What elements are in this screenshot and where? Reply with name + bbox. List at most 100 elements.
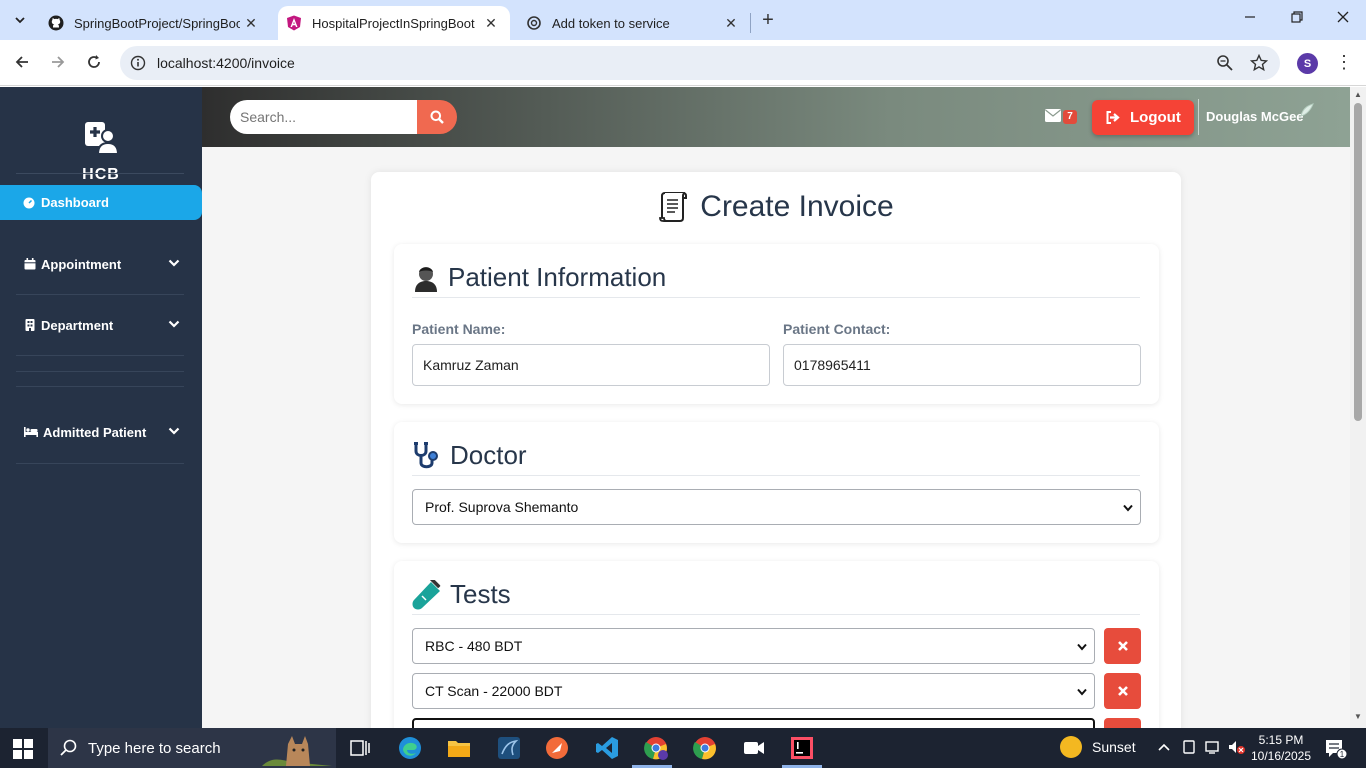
calendar-icon bbox=[24, 258, 36, 270]
test-select[interactable]: CT Scan - 22000 BDT bbox=[412, 673, 1095, 709]
browser-menu-icon[interactable]: ⋮ bbox=[1335, 53, 1353, 71]
device-icon[interactable] bbox=[1182, 740, 1196, 757]
tests-section: Tests RBC - 480 BDT CT Scan - 22000 BDT bbox=[394, 561, 1159, 728]
sidebar-item-department[interactable]: Department bbox=[0, 295, 202, 355]
tab-title: SpringBootProject/SpringBootP bbox=[74, 15, 240, 31]
bookmark-star-icon[interactable] bbox=[1249, 53, 1269, 77]
close-tab-icon[interactable]: ✕ bbox=[242, 14, 260, 32]
page-scrollbar[interactable]: ▲ ▼ bbox=[1350, 87, 1366, 728]
chevron-down-icon bbox=[1077, 688, 1087, 696]
task-view-icon[interactable] bbox=[348, 736, 372, 760]
remove-test-button[interactable] bbox=[1104, 718, 1141, 728]
angular-icon bbox=[286, 15, 302, 31]
sidebar-item-label: Appointment bbox=[41, 256, 122, 272]
address-bar[interactable]: localhost:4200/invoice bbox=[120, 46, 1280, 80]
brand[interactable]: HCB bbox=[0, 121, 202, 184]
section-heading-text: Patient Information bbox=[448, 262, 667, 292]
sidebar-item-dashboard[interactable]: Dashboard bbox=[0, 185, 202, 220]
section-heading: Patient Information bbox=[412, 262, 666, 293]
openai-icon bbox=[526, 15, 542, 31]
divider bbox=[16, 463, 184, 464]
test-select[interactable]: RBC - 480 BDT bbox=[412, 628, 1095, 664]
profile-avatar[interactable]: S bbox=[1297, 53, 1318, 74]
camera-app-icon[interactable] bbox=[742, 736, 766, 760]
scroll-down-icon[interactable]: ▼ bbox=[1354, 712, 1362, 721]
divider bbox=[412, 614, 1140, 615]
logout-button[interactable]: Logout bbox=[1092, 100, 1194, 135]
tab-title: Add token to service bbox=[552, 15, 670, 31]
browser-tab-1[interactable]: SpringBootProject/SpringBootP ✕ bbox=[40, 6, 270, 40]
page-title: Create Invoice bbox=[371, 190, 1181, 224]
mysql-workbench-icon[interactable] bbox=[497, 736, 521, 760]
test-select-value: CT Scan - 22000 BDT bbox=[425, 683, 563, 699]
clock-time: 5:15 PM bbox=[1258, 733, 1304, 747]
patient-contact-input[interactable]: 0178965411 bbox=[783, 344, 1141, 386]
scrollbar-thumb[interactable] bbox=[1354, 103, 1362, 421]
browser-tabstrip: SpringBootProject/SpringBootP ✕ Hospital… bbox=[0, 0, 1366, 40]
divider bbox=[1198, 99, 1199, 135]
scroll-up-icon[interactable]: ▲ bbox=[1354, 90, 1362, 99]
close-icon bbox=[1117, 686, 1128, 696]
forward-button[interactable] bbox=[48, 52, 68, 72]
chevron-up-icon[interactable] bbox=[1157, 740, 1171, 755]
user-name[interactable]: Douglas McGee bbox=[1206, 109, 1304, 124]
doctor-select[interactable]: Prof. Suprova Shemanto bbox=[412, 489, 1141, 525]
patient-info-section: Patient Information Patient Name: Patien… bbox=[394, 244, 1159, 404]
edge-icon[interactable] bbox=[398, 736, 422, 760]
mail-count-badge: 7 bbox=[1063, 110, 1077, 124]
close-tab-icon[interactable]: ✕ bbox=[482, 14, 500, 32]
chrome-profile-icon[interactable] bbox=[644, 736, 668, 760]
weather-widget[interactable]: Sunset bbox=[1060, 736, 1136, 758]
search-input[interactable] bbox=[230, 100, 418, 134]
doctor-select-value: Prof. Suprova Shemanto bbox=[425, 499, 579, 515]
chevron-down-icon bbox=[168, 259, 180, 267]
search-button[interactable] bbox=[417, 100, 457, 134]
taskbar-search[interactable]: Type here to search bbox=[48, 728, 336, 768]
tab-search-button[interactable] bbox=[8, 8, 32, 32]
divider bbox=[16, 386, 184, 387]
test-tube-icon bbox=[412, 579, 441, 609]
test-select[interactable] bbox=[412, 718, 1095, 728]
site-info-icon[interactable] bbox=[130, 55, 146, 76]
patient-name-input[interactable]: Kamruz Zaman bbox=[412, 344, 770, 386]
remove-test-button[interactable] bbox=[1104, 628, 1141, 664]
network-icon[interactable] bbox=[1205, 740, 1221, 757]
section-heading: Tests bbox=[412, 579, 511, 610]
sidebar-item-appointment[interactable]: Appointment bbox=[0, 234, 202, 294]
sidebar-item-admitted-patient[interactable]: Admitted Patient bbox=[0, 402, 202, 462]
tab-title: HospitalProjectInSpringBoot bbox=[312, 15, 475, 31]
minimize-button[interactable] bbox=[1240, 10, 1260, 30]
sidebar-item-label: Department bbox=[41, 317, 114, 333]
user-avatar-icon[interactable] bbox=[1299, 102, 1315, 118]
new-tab-button[interactable]: + bbox=[758, 10, 778, 30]
arrow-left-icon bbox=[15, 56, 28, 68]
notification-center-icon[interactable]: 1 bbox=[1325, 739, 1348, 764]
section-heading-text: Tests bbox=[450, 579, 511, 609]
postman-icon[interactable] bbox=[545, 736, 569, 760]
page-viewport: HCB Dashboard Appointment Department Adm… bbox=[0, 87, 1366, 728]
vscode-icon[interactable] bbox=[595, 736, 619, 760]
zoom-icon[interactable] bbox=[1216, 54, 1234, 77]
lynx-illustration-icon bbox=[262, 736, 332, 766]
browser-tab-2[interactable]: HospitalProjectInSpringBoot ✕ bbox=[278, 6, 510, 40]
file-explorer-icon[interactable] bbox=[447, 736, 471, 760]
remove-test-button[interactable] bbox=[1104, 673, 1141, 709]
close-window-button[interactable] bbox=[1333, 10, 1353, 30]
back-button[interactable] bbox=[12, 52, 32, 72]
chevron-down-icon bbox=[15, 17, 25, 24]
test-select-value: RBC - 480 BDT bbox=[425, 638, 523, 654]
chevron-down-icon bbox=[1077, 643, 1087, 651]
reload-button[interactable] bbox=[84, 52, 104, 72]
windows-start-icon[interactable] bbox=[13, 739, 33, 764]
close-tab-icon[interactable]: ✕ bbox=[722, 14, 740, 32]
restore-button[interactable] bbox=[1287, 10, 1307, 30]
chrome-icon[interactable] bbox=[693, 736, 717, 760]
browser-tab-3[interactable]: Add token to service ✕ bbox=[518, 6, 750, 40]
taskbar-search-text: Type here to search bbox=[88, 739, 221, 757]
divider bbox=[412, 475, 1140, 476]
sidebar: HCB Dashboard Appointment Department Adm… bbox=[0, 87, 202, 728]
volume-muted-icon[interactable] bbox=[1228, 740, 1246, 757]
mail-icon[interactable] bbox=[1045, 109, 1061, 123]
intellij-icon[interactable] bbox=[790, 736, 814, 760]
taskbar-clock[interactable]: 5:15 PM 10/16/2025 bbox=[1250, 732, 1312, 764]
